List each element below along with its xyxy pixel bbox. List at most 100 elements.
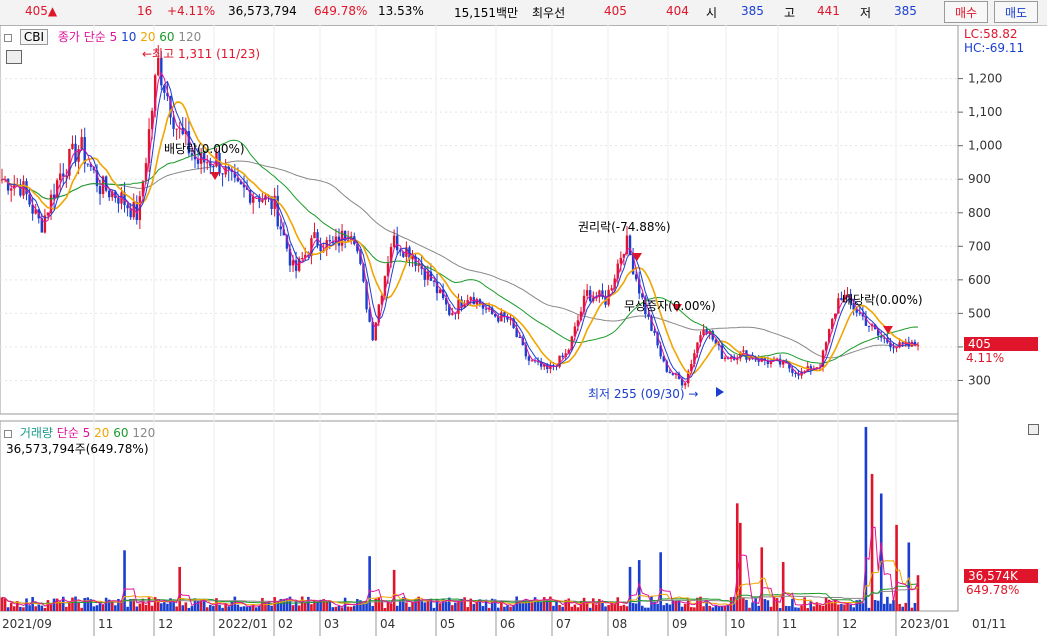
volume-bar [454,602,457,611]
volume-bar [536,601,540,611]
volume-bar [340,607,344,611]
sell-button[interactable]: 매도 [994,1,1038,23]
volume-bar [530,601,534,611]
annotation-high: ←최고 1,311 (11/23) [142,47,261,61]
volume-bar [742,597,745,611]
current-price-pct: 4.11% [966,351,1005,365]
volume-bar [245,606,249,611]
candle-body [619,257,623,264]
volume-bar [175,606,178,611]
table-icon[interactable] [6,50,22,64]
volume-bar [77,602,80,611]
volume-bar [349,606,353,611]
candle-body [221,173,224,175]
volume-bar [135,606,139,611]
buy-button[interactable]: 매수 [944,1,988,23]
volume-bar [368,556,371,611]
legend-ma10: 10 [121,30,137,44]
volume-bar [71,597,74,611]
volume-bar [570,606,574,611]
volume-bar [683,603,687,611]
candle-body [561,355,564,358]
chart-container[interactable]: 1,2001,1001,000900800700600500400300 175… [0,25,1047,636]
volume-bar [916,575,920,611]
volume-bar [791,598,794,611]
volume-bar [224,604,227,611]
price-change: 16 [137,4,153,18]
volume-bar [28,605,31,611]
price-tick-label: 800 [968,206,991,220]
candle-body [530,360,534,362]
volume-bar [68,602,71,611]
volume-bar [595,604,598,611]
chart-canvas[interactable]: 1,2001,1001,000900800700600500400300 175… [0,25,1047,636]
date-tick-label: 05 [440,617,455,631]
volume-bar [867,607,871,611]
volume-bar [43,607,47,611]
low-price: 385 [894,4,917,18]
volume-bar [150,605,154,611]
volume-bar [622,604,626,611]
volume-bar [567,598,571,611]
volume-bar [230,601,234,611]
candle-body [117,198,120,204]
volume-bar [714,605,718,611]
volume-bar [745,599,748,611]
volume-bar [6,607,10,611]
volume-bar [864,426,868,611]
volume-bar [254,607,258,611]
volume-bar [114,605,117,611]
ask-price: 405 [604,4,627,18]
volume-bar [634,603,638,611]
volume-bar [221,607,224,611]
volume-bar [80,607,83,611]
candle-body [723,357,727,359]
volume-bar [904,602,908,611]
volume-bar [748,607,751,611]
volume-bar [573,604,577,611]
collapse-icon[interactable] [4,429,12,438]
price-change-pct: +4.11% [167,4,216,18]
volume-bar [242,606,246,611]
cbi-button[interactable]: CBI [19,29,48,45]
volume-bar [843,604,846,611]
collapse-icon[interactable] [4,33,12,42]
volume-bar [101,604,105,611]
high-label: 고 [784,6,796,20]
volume-bar [411,602,414,611]
candle-body [451,313,454,315]
volume-bar [310,604,313,611]
date-tick-label: 02 [278,617,293,631]
candle-body [742,350,745,352]
panel-close-icon[interactable] [1028,424,1039,435]
volume-bar [432,607,436,611]
volume-bar [395,605,399,611]
volume-bar [52,598,56,611]
volume-bar [83,598,87,611]
volume-tag: 36,574K [964,569,1038,583]
volume-bar [873,599,877,611]
price-tick-label: 300 [968,373,991,387]
volume-bar [539,601,543,611]
candle-body [794,372,797,374]
volume-bar [438,603,442,611]
volume-bar [95,605,99,611]
bid-price: 404 [666,4,689,18]
candle-body [108,190,111,198]
ma60-line [1,139,919,364]
volume-bar [702,606,705,611]
volume-bar [561,606,564,611]
volume-bar [686,599,690,611]
date-tick-label: 11 [782,617,797,631]
volume-bar [423,602,427,611]
volume: 36,573,794 [228,4,297,18]
volume-bar [833,599,837,611]
volume-bar [754,598,757,611]
volume-bar [86,597,90,611]
date-tick-label: 2021/09 [2,617,52,631]
volume-bar [166,603,169,611]
volume-bar [353,605,356,611]
volume-bar [689,607,693,611]
volume-bar [34,606,37,611]
annotation-dividend-1: 배당락(0.00%) [164,142,245,156]
